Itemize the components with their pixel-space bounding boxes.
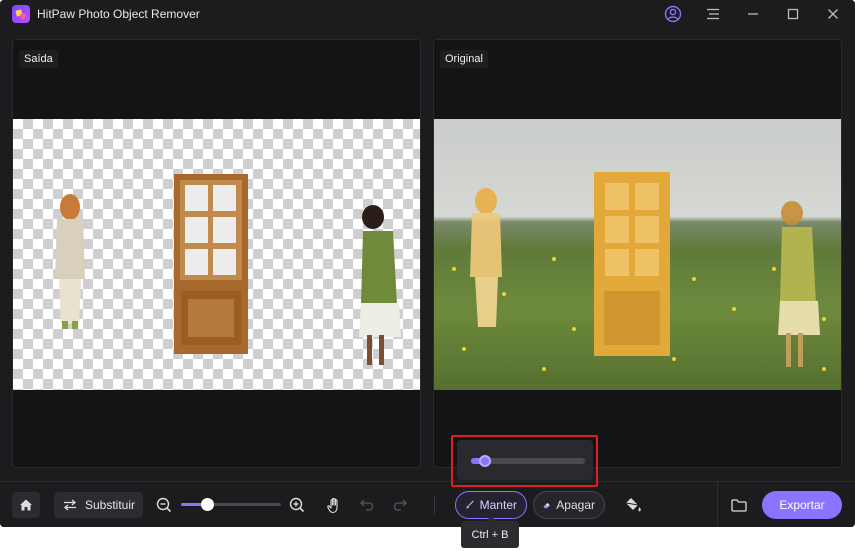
output-image[interactable] <box>13 119 420 390</box>
erase-label: Apagar <box>556 498 595 512</box>
close-icon <box>828 9 838 19</box>
account-button[interactable] <box>660 2 686 26</box>
swap-icon <box>63 499 77 511</box>
maximize-button[interactable] <box>780 2 806 26</box>
woman-left-highlighted <box>470 188 502 327</box>
output-label: Saída <box>19 50 58 68</box>
bottom-toolbar: Substituir Manter Apagar Exportar <box>0 481 855 527</box>
minimize-icon <box>748 13 758 15</box>
output-panel: Saída <box>12 39 421 468</box>
title-bar: HitPaw Photo Object Remover <box>0 0 855 28</box>
toolbar-divider <box>434 496 435 514</box>
paint-bucket-icon <box>625 498 641 512</box>
folder-icon <box>731 498 747 512</box>
undo-icon <box>360 499 374 511</box>
redo-icon <box>393 499 407 511</box>
door-cutout <box>174 174 248 354</box>
keep-brush-button[interactable]: Manter <box>455 491 527 519</box>
menu-button[interactable] <box>700 2 726 26</box>
pan-hand-button[interactable] <box>325 494 345 516</box>
zoom-slider-thumb[interactable] <box>200 498 214 511</box>
undo-button[interactable] <box>358 495 376 515</box>
annotation-highlight-box <box>451 435 598 487</box>
door-highlighted <box>594 172 670 356</box>
zoom-in-icon <box>289 497 305 513</box>
home-icon <box>20 499 32 511</box>
output-cutout-figures <box>55 174 401 365</box>
app-window: HitPaw Photo Object Remover Saída Origin… <box>0 0 855 527</box>
close-button[interactable] <box>820 2 846 26</box>
hand-icon <box>327 497 338 513</box>
minimize-button[interactable] <box>740 2 766 26</box>
original-image[interactable] <box>434 119 841 390</box>
zoom-slider[interactable] <box>181 498 281 511</box>
woman-left-cutout <box>55 194 85 329</box>
woman-right-highlighted <box>778 201 820 367</box>
erase-button[interactable]: Apagar <box>533 491 605 519</box>
maximize-icon <box>787 8 799 20</box>
original-photo-scene <box>452 172 826 371</box>
redo-button[interactable] <box>391 495 409 515</box>
zoom-out-icon <box>156 497 172 513</box>
app-logo <box>12 5 30 23</box>
zoom-in-button[interactable] <box>288 495 306 515</box>
woman-right-cutout <box>359 205 401 365</box>
menu-icon <box>707 8 719 20</box>
account-icon <box>664 5 682 23</box>
open-folder-button[interactable] <box>729 494 749 516</box>
eraser-icon <box>543 502 550 508</box>
original-panel: Original <box>433 39 842 468</box>
export-button[interactable]: Exportar <box>762 491 842 519</box>
original-label: Original <box>440 50 488 68</box>
shortcut-tooltip: Ctrl + B <box>461 516 519 548</box>
zoom-out-button[interactable] <box>155 495 173 515</box>
replace-button[interactable]: Substituir <box>54 492 143 518</box>
brush-icon <box>466 500 474 509</box>
home-button[interactable] <box>12 492 40 518</box>
replace-label: Substituir <box>85 498 136 512</box>
app-title: HitPaw Photo Object Remover <box>37 7 200 21</box>
keep-label: Manter <box>479 498 517 512</box>
fill-bucket-button[interactable] <box>622 494 644 516</box>
